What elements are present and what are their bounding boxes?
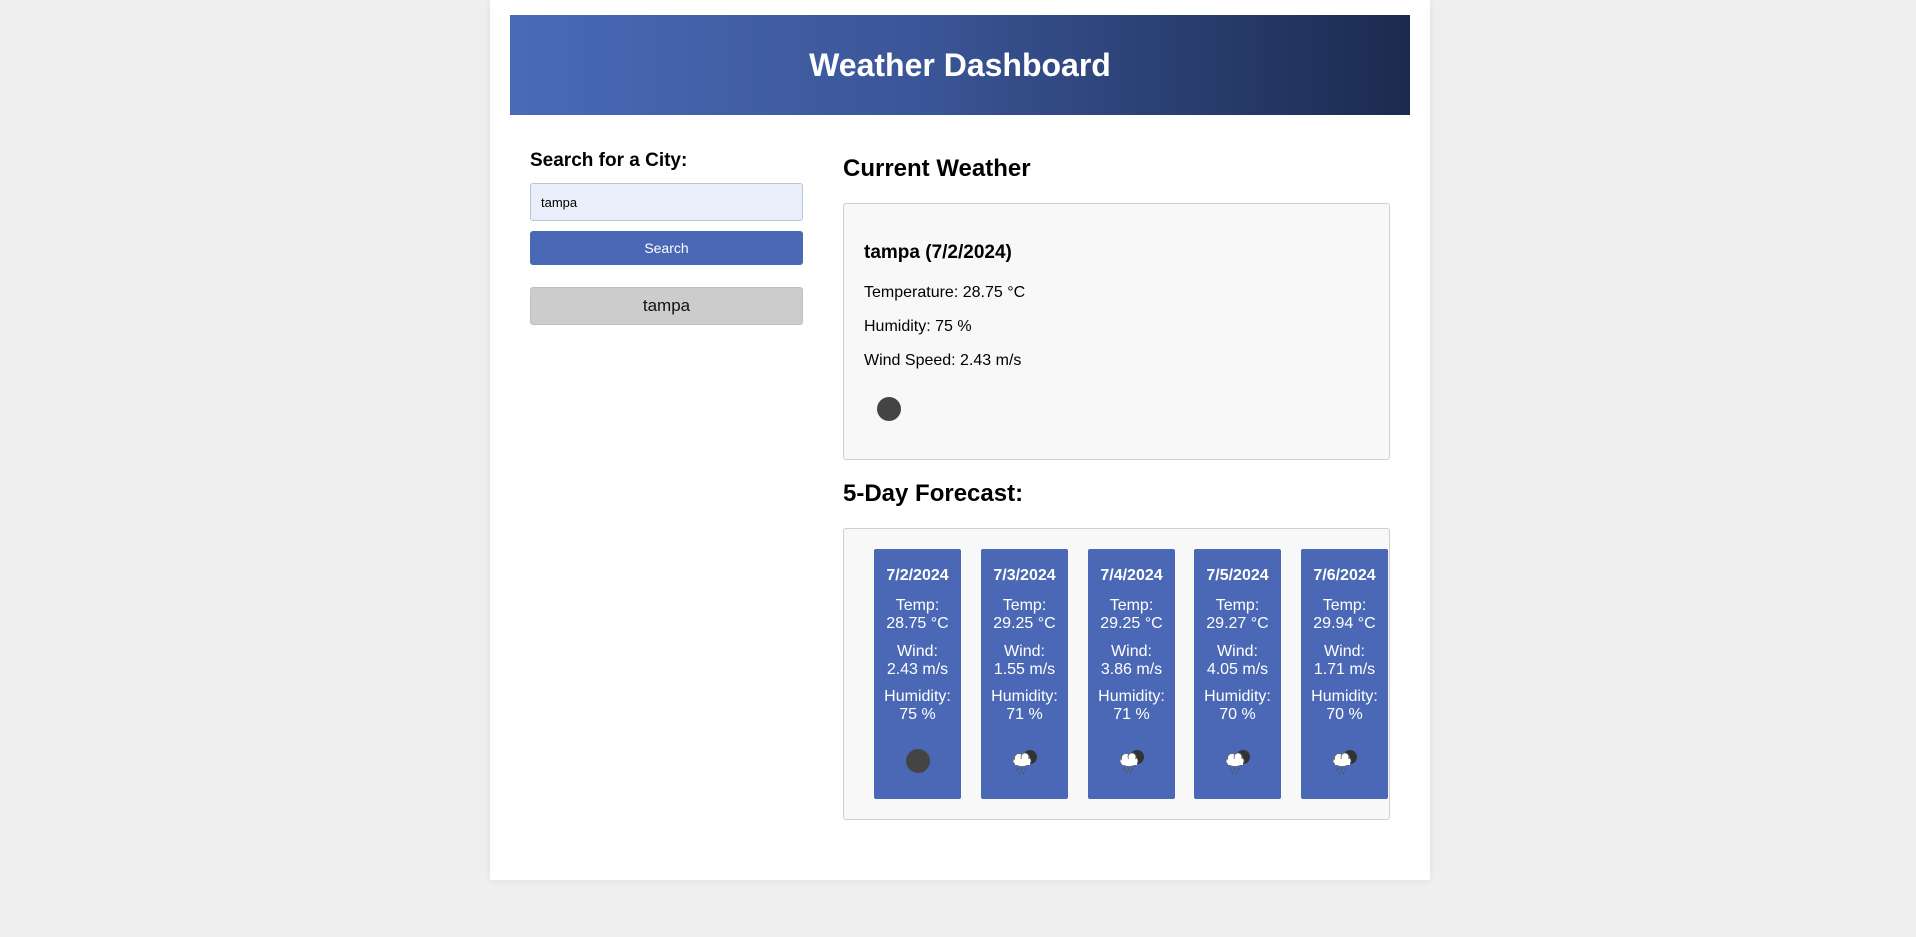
search-label: Search for a City: xyxy=(530,150,688,171)
search-sidebar: Search for a City: Search tampa xyxy=(530,150,803,325)
forecast-wind-value: 4.05 m/s xyxy=(1206,661,1269,678)
current-temperature: Temperature: 28.75 °C xyxy=(864,284,1026,301)
forecast-wind: Wind: 2.43 m/s xyxy=(874,643,961,679)
forecast-humidity-value: 75 % xyxy=(899,706,936,723)
forecast-wind: Wind: 4.05 m/s xyxy=(1194,643,1281,679)
rain-cloud-night-icon xyxy=(1194,746,1281,776)
header-banner: Weather Dashboard xyxy=(510,15,1410,115)
dark-circle-icon xyxy=(874,746,961,776)
forecast-title: 5-Day Forecast: xyxy=(843,480,1024,507)
forecast-wind: Wind: 3.86 m/s xyxy=(1088,643,1175,679)
forecast-temp: Temp: 28.75 °C xyxy=(874,597,961,633)
rain-cloud-night-icon xyxy=(1301,746,1388,776)
forecast-temp-label: Temp: xyxy=(1109,597,1154,614)
forecast-date: 7/2/2024 xyxy=(886,567,949,584)
search-button[interactable]: Search xyxy=(530,231,803,265)
forecast-humidity-value: 71 % xyxy=(1006,706,1043,723)
dark-circle-icon xyxy=(877,397,901,421)
page-container: Weather Dashboard Search for a City: Sea… xyxy=(490,0,1430,880)
forecast-humidity: Humidity: 71 % xyxy=(1088,688,1175,724)
forecast-card: 7/6/2024 Temp: 29.94 °C Wind: 1.71 m/s Humidi… xyxy=(1301,549,1388,799)
forecast-humidity-label: Humidity: xyxy=(1204,688,1271,705)
history-button-tampa[interactable]: tampa xyxy=(530,287,803,325)
current-weather-title: Current Weather xyxy=(843,155,1031,182)
forecast-humidity: Humidity: 70 % xyxy=(1194,688,1281,724)
forecast-humidity-value: 70 % xyxy=(1326,706,1363,723)
forecast-card: 7/5/2024 Temp: 29.27 °C Wind: 4.05 m/s Humidi… xyxy=(1194,549,1281,799)
forecast-wind: Wind: 1.55 m/s xyxy=(981,643,1068,679)
forecast-date: 7/3/2024 xyxy=(993,567,1056,584)
forecast-temp-value: 29.25 °C xyxy=(1100,615,1163,632)
forecast-card: 7/3/2024 Temp: 29.25 °C Wind: 1.55 m/s Humidi… xyxy=(981,549,1068,799)
forecast-wind-label: Wind: xyxy=(1217,643,1258,660)
forecast-date: 7/4/2024 xyxy=(1100,567,1163,584)
rain-cloud-night-icon xyxy=(981,746,1068,776)
rain-cloud-night-icon xyxy=(1088,746,1175,776)
forecast-temp: Temp: 29.94 °C xyxy=(1301,597,1388,633)
forecast-humidity-value: 71 % xyxy=(1113,706,1150,723)
forecast-wind-label: Wind: xyxy=(1111,643,1152,660)
current-weather-card: tampa (7/2/2024) Temperature: 28.75 °C H… xyxy=(843,203,1390,460)
forecast-humidity: Humidity: 70 % xyxy=(1301,688,1388,724)
forecast-date: 7/6/2024 xyxy=(1313,567,1376,584)
forecast-temp-value: 29.27 °C xyxy=(1206,615,1269,632)
forecast-wind-value: 3.86 m/s xyxy=(1100,661,1163,678)
weather-main: Current Weather tampa (7/2/2024) Tempera… xyxy=(843,150,1390,820)
forecast-humidity: Humidity: 75 % xyxy=(874,688,961,724)
forecast-container: 7/2/2024 Temp: 28.75 °C Wind: 2.43 m/s Humidi… xyxy=(843,528,1390,820)
forecast-wind-label: Wind: xyxy=(1324,643,1365,660)
forecast-humidity-label: Humidity: xyxy=(1098,688,1165,705)
forecast-date: 7/5/2024 xyxy=(1206,567,1269,584)
forecast-temp-label: Temp: xyxy=(895,597,940,614)
forecast-wind-value: 1.55 m/s xyxy=(993,661,1056,678)
forecast-humidity-label: Humidity: xyxy=(1311,688,1378,705)
forecast-wind-value: 1.71 m/s xyxy=(1313,661,1376,678)
forecast-temp: Temp: 29.25 °C xyxy=(1088,597,1175,633)
forecast-humidity-label: Humidity: xyxy=(884,688,951,705)
forecast-temp: Temp: 29.25 °C xyxy=(981,597,1068,633)
forecast-temp-value: 29.25 °C xyxy=(993,615,1056,632)
page-title: Weather Dashboard xyxy=(809,46,1111,83)
forecast-humidity-value: 70 % xyxy=(1219,706,1256,723)
forecast-temp-label: Temp: xyxy=(1322,597,1367,614)
forecast-card: 7/2/2024 Temp: 28.75 °C Wind: 2.43 m/s Humidi… xyxy=(874,549,961,799)
forecast-wind-label: Wind: xyxy=(1004,643,1045,660)
city-search-input[interactable] xyxy=(530,183,803,221)
forecast-temp-label: Temp: xyxy=(1002,597,1047,614)
current-humidity: Humidity: 75 % xyxy=(864,318,972,335)
forecast-humidity-label: Humidity: xyxy=(991,688,1058,705)
forecast-temp: Temp: 29.27 °C xyxy=(1194,597,1281,633)
forecast-humidity: Humidity: 71 % xyxy=(981,688,1068,724)
forecast-wind-label: Wind: xyxy=(897,643,938,660)
forecast-wind-value: 2.43 m/s xyxy=(886,661,949,678)
forecast-temp-value: 28.75 °C xyxy=(886,615,949,632)
forecast-temp-label: Temp: xyxy=(1215,597,1260,614)
forecast-wind: Wind: 1.71 m/s xyxy=(1301,643,1388,679)
forecast-card: 7/4/2024 Temp: 29.25 °C Wind: 3.86 m/s Humidi… xyxy=(1088,549,1175,799)
current-city-date: tampa (7/2/2024) xyxy=(864,242,1012,263)
forecast-temp-value: 29.94 °C xyxy=(1313,615,1376,632)
current-wind-speed: Wind Speed: 2.43 m/s xyxy=(864,352,1022,369)
